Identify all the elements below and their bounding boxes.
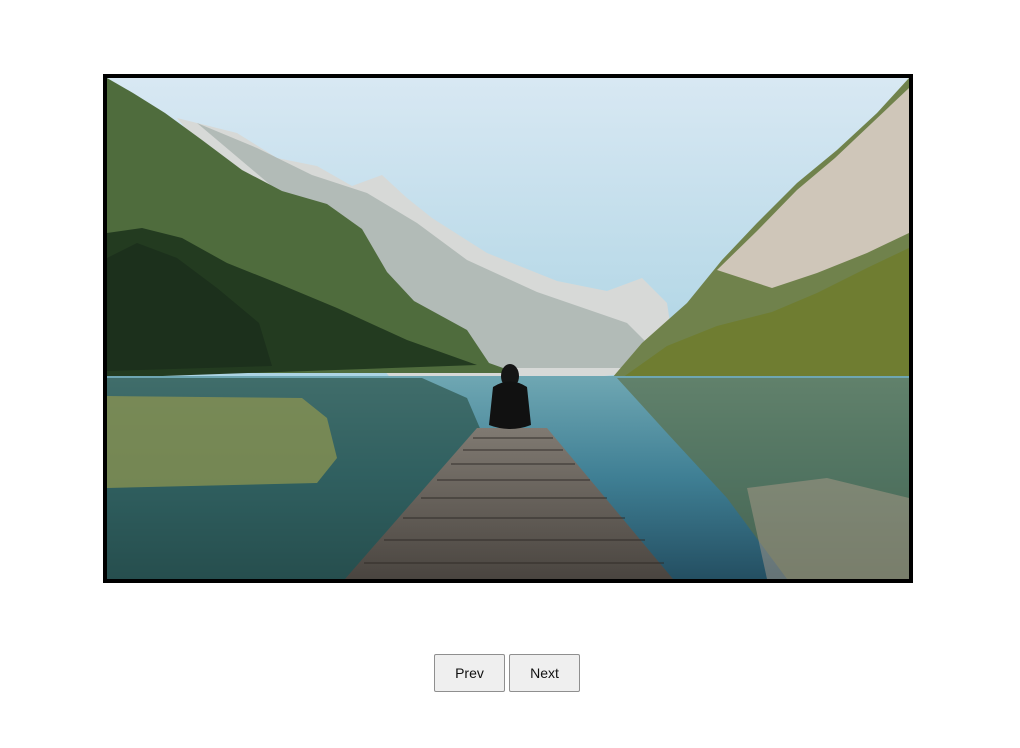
next-button[interactable]: Next — [509, 654, 580, 692]
landscape-photo — [107, 78, 909, 579]
prev-button[interactable]: Prev — [434, 654, 505, 692]
slideshow-controls: Prev Next — [434, 654, 580, 692]
slideshow-image — [103, 74, 913, 583]
slideshow-page: Prev Next — [0, 0, 1020, 748]
